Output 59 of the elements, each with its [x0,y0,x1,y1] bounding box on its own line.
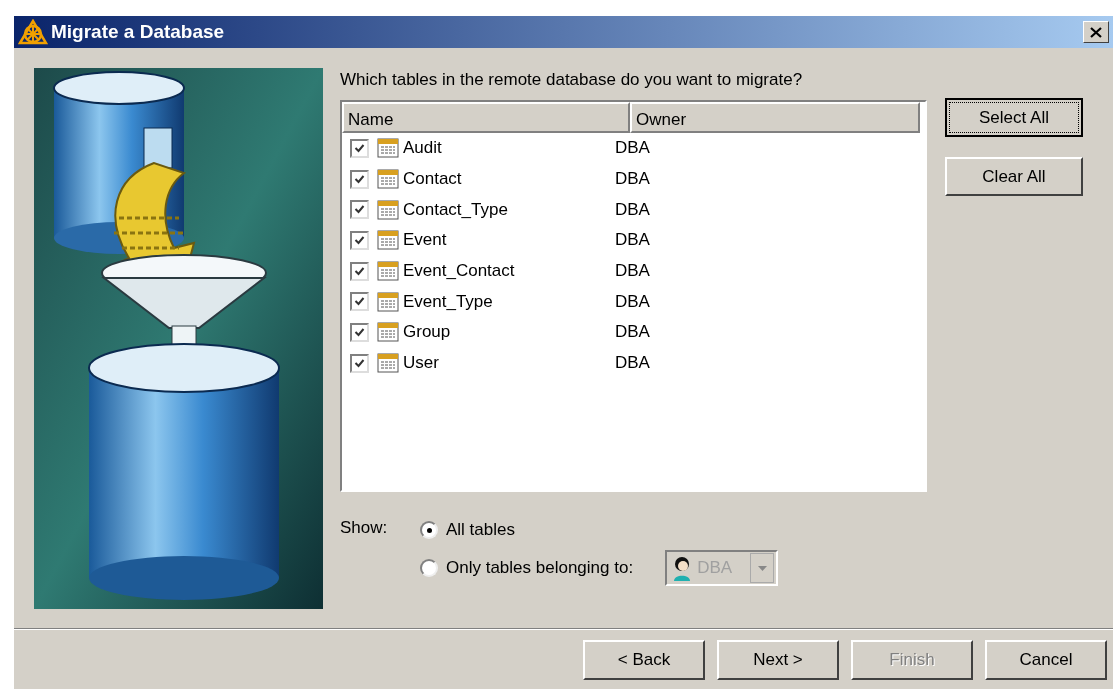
table-name: Audit [403,138,443,159]
column-header[interactable]: Name [342,102,630,133]
checkbox[interactable] [350,230,369,250]
select-button[interactable]: Select All [945,98,1083,137]
option-label[interactable]: All tables [446,520,515,540]
table-icon [377,291,399,312]
checkbox[interactable] [350,169,369,189]
check-icon [354,204,365,216]
checkbox[interactable] [350,353,369,373]
check-icon [354,142,365,154]
checkbox[interactable] [350,292,369,312]
table-icon [377,230,399,251]
check-icon [354,326,365,338]
table-owner: DBA [615,169,650,190]
table-owner: DBA [615,138,650,159]
table-icon [377,322,399,343]
show-label: Show: [340,518,389,539]
table-name: Event [403,230,448,251]
checkbox[interactable] [350,200,369,220]
window-title: Migrate a Database [51,21,226,43]
table-name: User [403,353,440,374]
radio-button[interactable] [420,559,438,577]
table-name: Event_Type [403,291,494,312]
check-icon [354,296,365,308]
tables-list[interactable]: Name Owner Audit DBA Contact DBA Contact_Type DBA Event DBA Event_Contact DBA Event_Type DBA Group DBA User DBA [340,100,927,492]
close-button[interactable] [1083,21,1109,43]
question-label: Which tables in the remote database do you want to migrate? [340,70,804,91]
table-icon [377,261,399,282]
checkbox[interactable] [350,261,369,281]
table-icon [377,138,399,159]
table-name: Contact_Type [403,199,509,220]
column-header[interactable]: Owner [630,102,920,133]
wheel-icon [18,19,48,45]
table-owner: DBA [615,230,650,251]
table-icon [377,353,399,374]
wizard-button[interactable]: < Back [583,640,705,680]
select-button[interactable]: Clear All [945,157,1083,196]
radio-button[interactable] [420,521,438,539]
table-name: Group [403,322,452,343]
close-icon [1090,26,1102,38]
table-owner: DBA [615,199,650,220]
table-owner: DBA [615,291,650,312]
option-label[interactable]: Only tables belonging to: [446,558,634,578]
down-arrow-icon [757,565,767,571]
table-name: Event_Contact [403,261,516,282]
wizard-button[interactable]: Next > [717,640,839,680]
check-icon [354,265,365,277]
wizard-button[interactable]: Cancel [985,640,1107,680]
check-icon [354,357,365,369]
table-name: Contact [403,169,463,190]
table-icon [377,199,399,220]
check-icon [354,234,365,246]
checkbox[interactable] [350,138,369,158]
checkbox[interactable] [350,322,369,342]
table-icon [377,169,399,190]
table-owner: DBA [615,353,650,374]
check-icon [354,173,365,185]
table-owner: DBA [615,322,650,343]
table-owner: DBA [615,261,650,282]
